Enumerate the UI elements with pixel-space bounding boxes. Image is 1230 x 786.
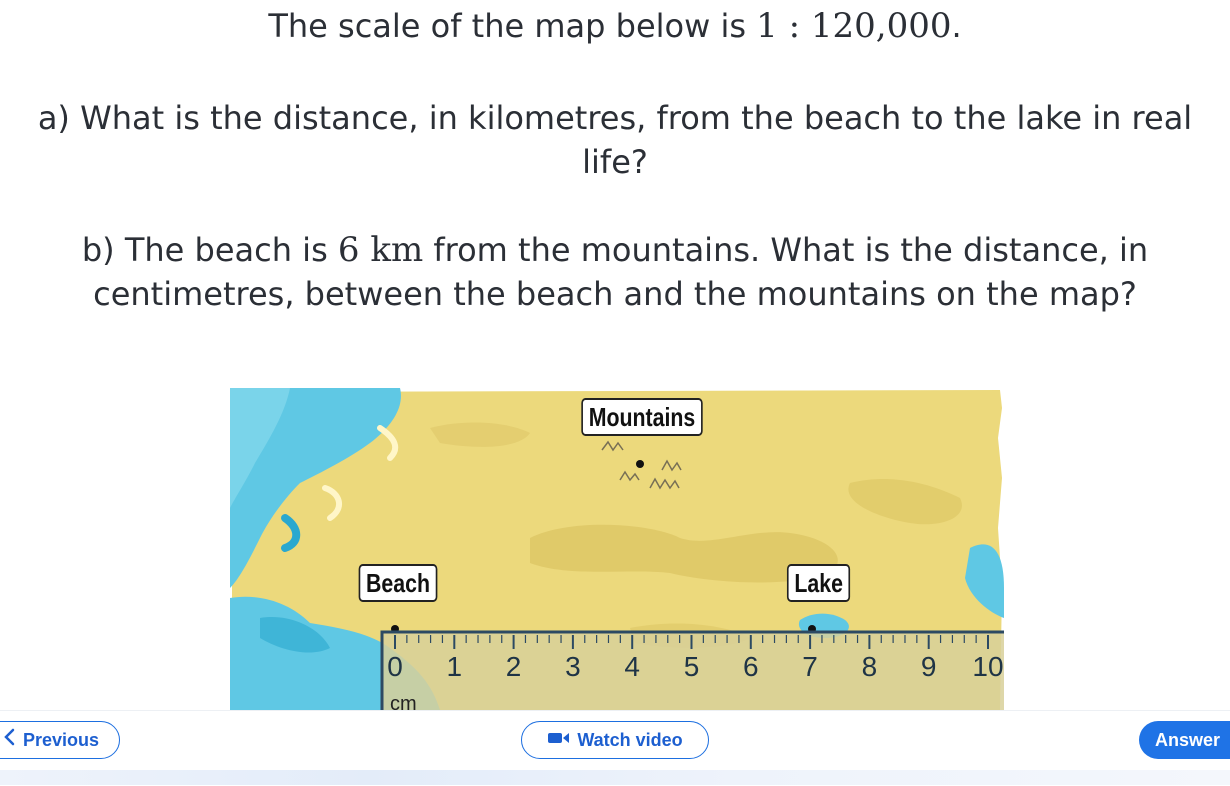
lake-label: Lake (786, 564, 851, 602)
question-scale-line: The scale of the map below is 1 : 120,00… (0, 4, 1230, 48)
ruler-tick-label: 8 (862, 651, 878, 682)
previous-label: Previous (23, 730, 100, 750)
video-camera-icon (547, 722, 571, 758)
beach-label: Beach (358, 564, 438, 602)
scale-text: The scale of the map below is (268, 7, 746, 45)
mountains-point (636, 460, 644, 468)
watch-video-label: Watch video (577, 730, 683, 750)
ruler-tick-label: 2 (506, 651, 522, 682)
answer-button[interactable]: Answer (1139, 721, 1230, 759)
ruler-tick-label: 0 (387, 651, 403, 682)
mountains-label: Mountains (581, 398, 703, 436)
ruler-tick-label: 3 (565, 651, 581, 682)
question-part-b: b) The beach is 6 km from the mountains.… (0, 228, 1230, 316)
question-part-a: a) What is the distance, in kilometres, … (37, 99, 1193, 181)
chevron-left-icon (3, 722, 17, 758)
ruler-tick-label: 6 (743, 651, 759, 682)
map-svg: 0 1 2 3 4 5 6 7 8 9 10 cm (230, 388, 1004, 710)
part-b-distance: 6 km (337, 230, 424, 270)
watch-video-button[interactable]: Watch video (521, 721, 709, 759)
scale-value: 1 : 120,000 (756, 6, 952, 46)
ruler-tick-label: 9 (921, 651, 937, 682)
ruler-tick-label: 5 (684, 651, 700, 682)
answer-label: Answer (1155, 730, 1221, 750)
previous-button[interactable]: Previous (0, 721, 120, 759)
ruler-tick-label: 10 (972, 651, 1003, 682)
ruler-tick-label: 7 (802, 651, 818, 682)
map-image: 0 1 2 3 4 5 6 7 8 9 10 cm Mountains Beach Lake (230, 388, 1004, 710)
ruler-unit: cm (390, 693, 417, 710)
ruler-tick-label: 1 (447, 651, 463, 682)
part-b-intro: b) The beach is (81, 231, 328, 269)
ruler-tick-label: 4 (624, 651, 640, 682)
scale-period: . (951, 7, 962, 45)
bottom-strip (0, 770, 1230, 785)
